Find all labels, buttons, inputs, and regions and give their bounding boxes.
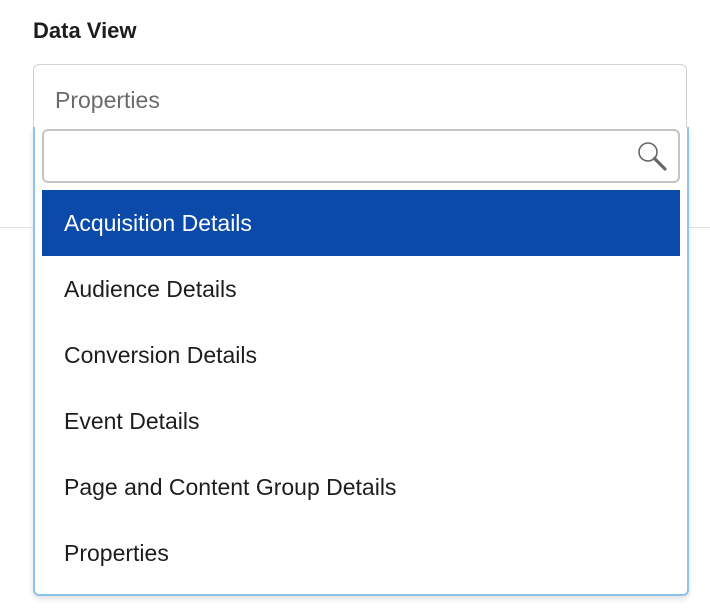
option-page-and-content-group-details[interactable]: Page and Content Group Details (42, 454, 680, 520)
option-audience-details[interactable]: Audience Details (42, 256, 680, 322)
option-event-details[interactable]: Event Details (42, 388, 680, 454)
data-view-label: Data View (33, 18, 137, 43)
search-box[interactable] (42, 129, 680, 183)
option-acquisition-details[interactable]: Acquisition Details (42, 190, 680, 256)
selected-value: Properties (55, 87, 160, 113)
search-icon (638, 142, 667, 171)
dropdown-panel: Acquisition Details Audience Details Con… (33, 127, 689, 596)
search-input[interactable] (52, 139, 626, 175)
option-conversion-details[interactable]: Conversion Details (42, 322, 680, 388)
option-properties[interactable]: Properties (42, 520, 680, 586)
options-list: Acquisition Details Audience Details Con… (42, 190, 680, 586)
data-view-select[interactable]: Properties (33, 64, 687, 128)
